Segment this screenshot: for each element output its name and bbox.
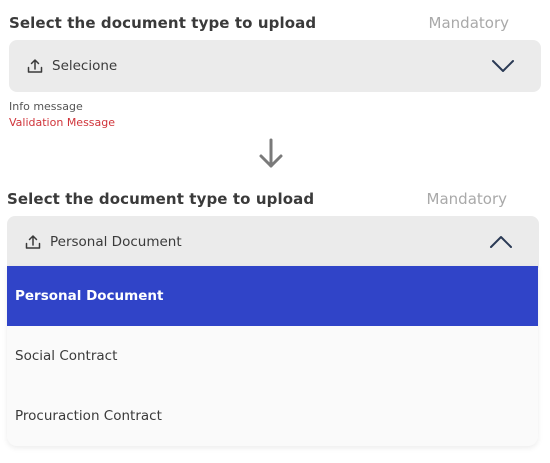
validation-message: Validation Message xyxy=(9,116,116,129)
open-field-header: Select the document type to upload Manda… xyxy=(7,188,507,210)
closed-field-mandatory: Mandatory xyxy=(428,14,509,32)
document-type-dropdown: Personal Document Social Contract Procur… xyxy=(7,266,538,446)
closed-select-value: Selecione xyxy=(52,58,118,74)
open-select-value: Personal Document xyxy=(50,234,182,250)
chevron-down-icon[interactable] xyxy=(491,59,515,73)
closed-field-header: Select the document type to upload Manda… xyxy=(9,12,509,34)
info-message: Info message xyxy=(9,100,83,113)
open-field-label: Select the document type to upload xyxy=(7,190,315,208)
upload-icon xyxy=(27,59,43,73)
dropdown-option-label: Procuraction Contract xyxy=(15,408,162,424)
dropdown-option-social-contract[interactable]: Social Contract xyxy=(7,326,538,386)
dropdown-option-label: Social Contract xyxy=(15,348,118,364)
dropdown-option-label: Personal Document xyxy=(15,288,164,304)
upload-icon xyxy=(25,235,41,249)
dropdown-option-personal-document[interactable]: Personal Document xyxy=(7,266,538,326)
dropdown-option-procuraction-contract[interactable]: Procuraction Contract xyxy=(7,386,538,446)
document-type-select-closed[interactable]: Selecione xyxy=(9,40,541,92)
closed-field-label: Select the document type to upload xyxy=(9,14,317,32)
open-field-mandatory: Mandatory xyxy=(426,190,507,208)
arrow-down-icon xyxy=(259,138,283,168)
chevron-up-icon[interactable] xyxy=(489,235,513,249)
document-type-select-states: Select the document type to upload Manda… xyxy=(0,0,550,463)
document-type-select-open[interactable]: Personal Document xyxy=(7,216,539,268)
